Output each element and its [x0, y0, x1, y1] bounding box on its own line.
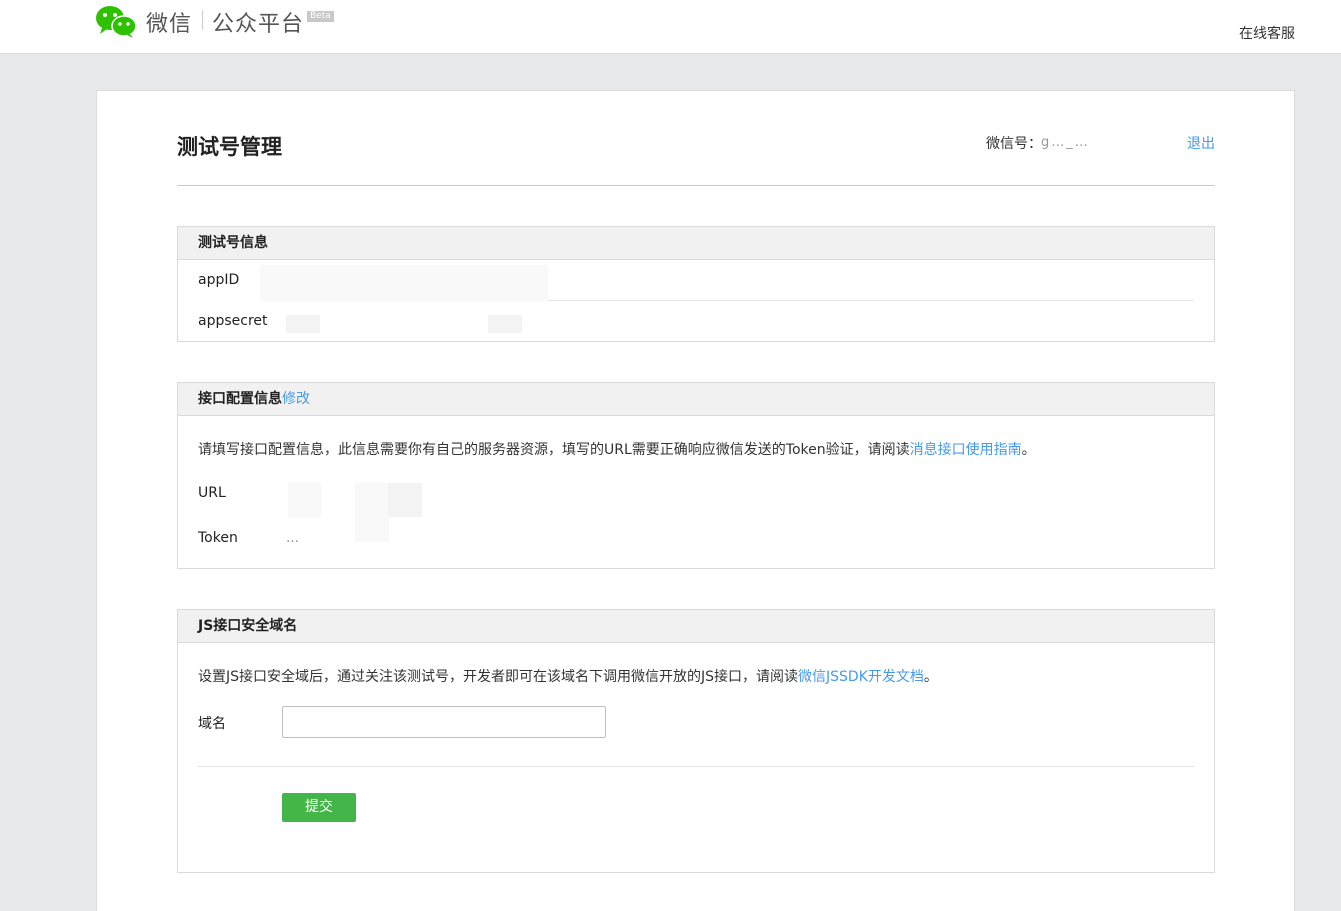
- section-title-text: 接口配置信息: [198, 391, 282, 407]
- account-id-masked: g…_…: [1041, 135, 1090, 149]
- section-title: 测试号信息: [178, 227, 1214, 260]
- test-account-info-section: 测试号信息 appID appsecret: [177, 226, 1215, 342]
- brand-divider: [202, 10, 203, 30]
- wechat-logo-icon: [96, 6, 137, 38]
- token-value-partial: …: [286, 531, 299, 546]
- appid-value-redacted: [260, 265, 548, 301]
- beta-badge: Beta: [307, 11, 334, 22]
- top-bar: 微信 公众平台 Beta 在线客服: [0, 0, 1341, 54]
- online-service-link[interactable]: 在线客服: [1239, 23, 1295, 43]
- description-text: 请填写接口配置信息，此信息需要你有自己的服务器资源，填写的URL需要正确响应微信…: [198, 442, 910, 458]
- interface-config-description: 请填写接口配置信息，此信息需要你有自己的服务器资源，填写的URL需要正确响应微信…: [198, 439, 1036, 459]
- url-value-redacted: [288, 483, 322, 517]
- title-divider: [177, 185, 1215, 186]
- js-domain-description: 设置JS接口安全域后，通过关注该测试号，开发者即可在该域名下调用微信开放的JS接…: [198, 666, 938, 686]
- token-label: Token: [198, 530, 238, 546]
- url-value-redacted: [355, 483, 389, 517]
- description-text: 设置JS接口安全域后，通过关注该测试号，开发者即可在该域名下调用微信开放的JS接…: [198, 669, 799, 685]
- js-secure-domain-section: JS接口安全域名 设置JS接口安全域后，通过关注该测试号，开发者即可在该域名下调…: [177, 609, 1215, 873]
- section-title: JS接口安全域名: [178, 610, 1214, 643]
- row-divider: [548, 300, 1194, 301]
- main-panel: 测试号管理 微信号： g…_… 退出 测试号信息 appID appsecret…: [96, 90, 1295, 911]
- appid-label: appID: [198, 272, 240, 288]
- domain-input[interactable]: [282, 706, 606, 738]
- url-value-redacted: [388, 483, 422, 517]
- form-divider: [198, 766, 1194, 767]
- platform-name: 公众平台: [212, 12, 305, 37]
- description-end: 。: [1021, 442, 1036, 458]
- token-value-redacted: [355, 516, 389, 542]
- interface-config-section: 接口配置信息修改 请填写接口配置信息，此信息需要你有自己的服务器资源，填写的UR…: [177, 382, 1215, 569]
- message-api-guide-link[interactable]: 消息接口使用指南: [910, 442, 1022, 458]
- url-label: URL: [198, 485, 226, 501]
- jssdk-docs-link[interactable]: 微信JSSDK开发文档: [798, 669, 924, 685]
- page-title: 测试号管理: [177, 135, 282, 159]
- edit-config-link[interactable]: 修改: [282, 391, 310, 407]
- section-title: 接口配置信息修改: [178, 383, 1214, 416]
- logout-link[interactable]: 退出: [1187, 133, 1215, 153]
- brand-name: 微信: [146, 12, 193, 37]
- appsecret-value-redacted: [286, 315, 320, 333]
- appsecret-value-redacted: [488, 315, 522, 333]
- account-label: 微信号：: [986, 136, 1042, 152]
- domain-label: 域名: [198, 716, 226, 732]
- description-end: 。: [923, 669, 938, 685]
- submit-button[interactable]: 提交: [282, 793, 356, 822]
- appsecret-label: appsecret: [198, 313, 268, 329]
